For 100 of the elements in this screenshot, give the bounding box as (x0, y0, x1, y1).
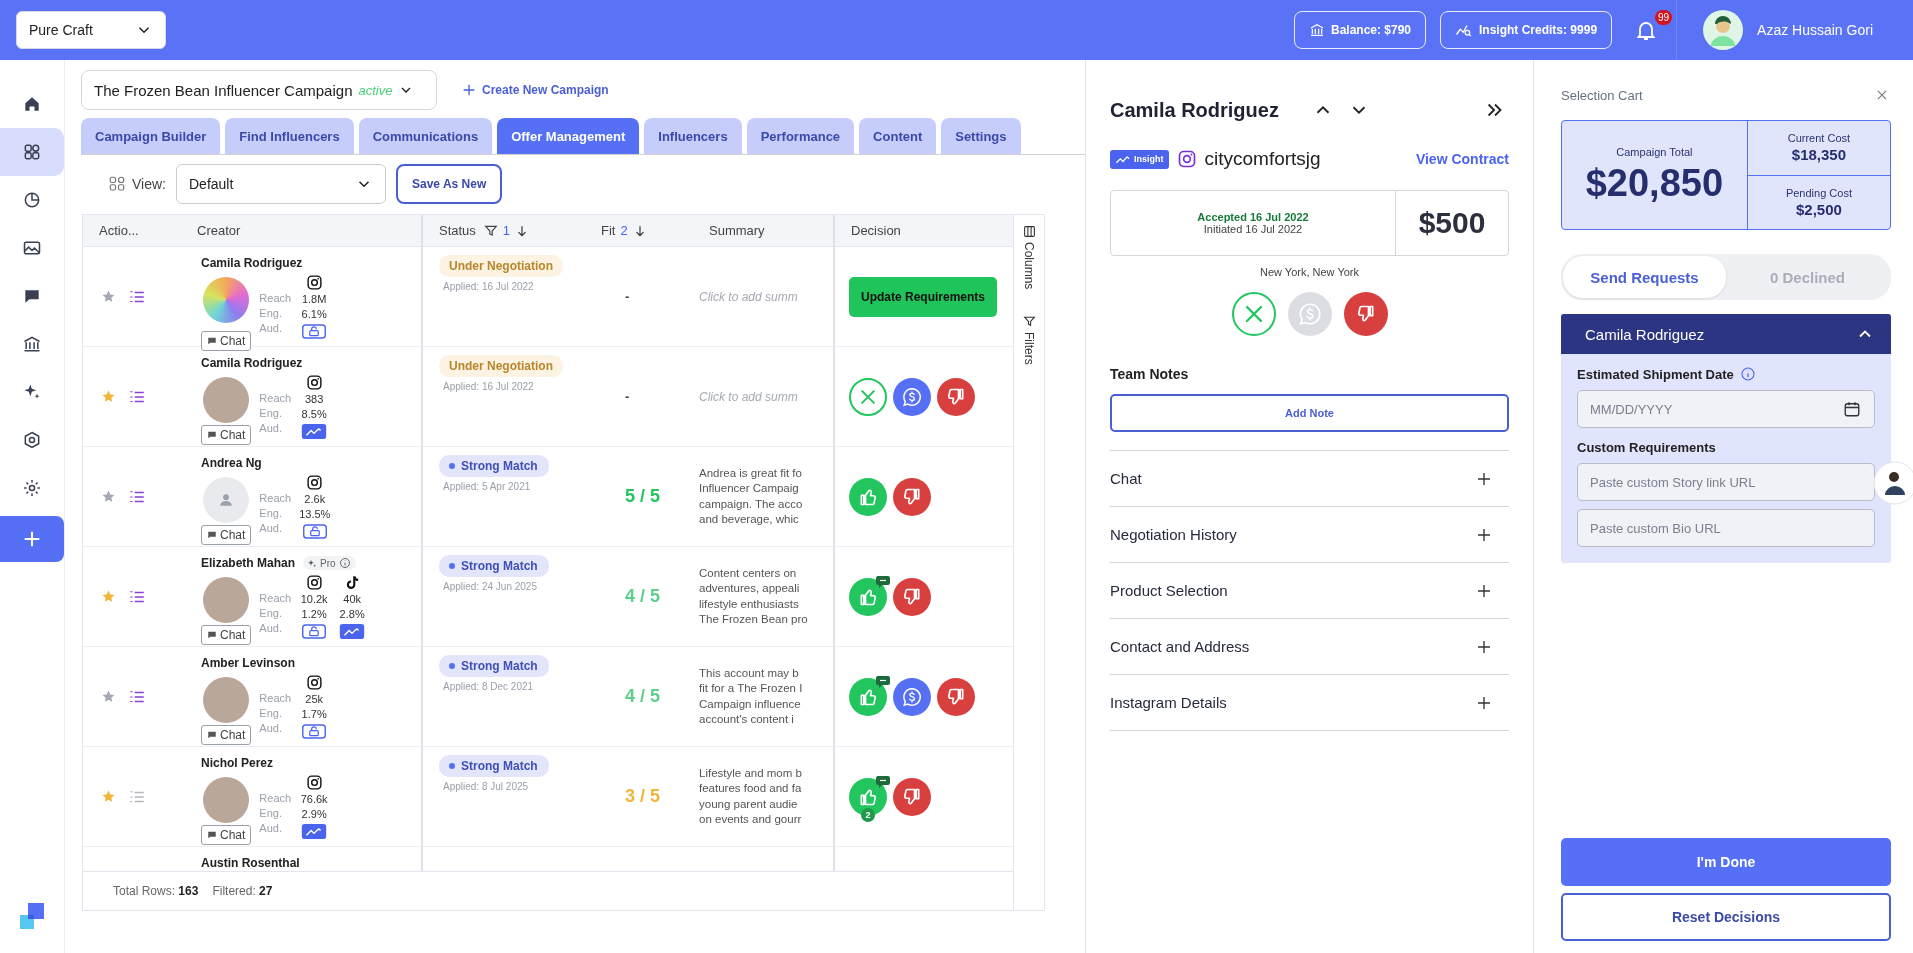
creator-name[interactable]: Andrea Ng (201, 456, 262, 470)
creator-name[interactable]: Amber Levinson (201, 656, 296, 670)
applied-date: Applied: 8 Dec 2021 (442, 681, 534, 692)
save-as-new-button[interactable]: Save As New (396, 164, 503, 204)
star-icon[interactable] (101, 389, 116, 404)
workspace-dropdown[interactable]: Pure Craft (16, 11, 166, 49)
filter-icon[interactable] (483, 223, 498, 238)
column-header[interactable]: Actio... (99, 223, 139, 238)
comment-badge-icon (876, 775, 890, 788)
chat-button[interactable]: Chat (201, 331, 252, 351)
chat-button[interactable]: Chat (201, 625, 252, 645)
creator-name[interactable]: Camila Rodriguez (201, 256, 303, 270)
column-header[interactable]: Creator (197, 223, 241, 238)
creator-name[interactable]: Austin Rosenthal (201, 850, 300, 870)
star-icon[interactable] (101, 789, 116, 804)
url-field[interactable]: Paste custom Story link URL (1577, 463, 1875, 501)
column-header[interactable]: Fit (601, 223, 616, 238)
columns-tab[interactable]: Columns (1022, 225, 1036, 290)
accordion-header[interactable]: Negotiation History (1110, 507, 1509, 563)
chat-button[interactable]: Chat (201, 525, 252, 545)
insight-credits-button[interactable]: Insight Credits: 9999 (1440, 11, 1613, 49)
tab[interactable]: Content (859, 118, 937, 154)
column-header[interactable]: Summary (709, 223, 765, 238)
engagement-value: 8.5% (301, 408, 327, 421)
reject-button[interactable] (893, 777, 931, 816)
accept-button[interactable] (849, 577, 887, 616)
info-icon[interactable] (1739, 366, 1756, 382)
lock-icon[interactable] (301, 624, 328, 639)
segment-tab[interactable]: Send Requests (1563, 256, 1726, 298)
thumbs-down-icon (902, 486, 922, 507)
reset-decisions-button[interactable]: Reset Decisions (1561, 893, 1891, 941)
bank-icon (22, 334, 42, 354)
reject-button[interactable] (1343, 292, 1388, 336)
metric-label: Eng. (259, 607, 283, 620)
trend-icon[interactable] (339, 624, 366, 639)
view-dropdown[interactable]: Default (176, 164, 386, 204)
campaign-dropdown[interactable]: The Frozen Bean Influencer Campaign active (81, 70, 437, 110)
negotiate-button[interactable] (893, 377, 931, 416)
add-note-button[interactable]: Add Note (1110, 394, 1509, 432)
trend-icon[interactable] (301, 824, 328, 839)
summary-text: Andrea is great fit fo Influencer Campaig campaign. The acco and beverage, whic (699, 465, 804, 527)
chat-button[interactable]: Chat (201, 725, 252, 745)
tab[interactable]: Settings (941, 118, 1021, 154)
star-icon[interactable] (101, 489, 116, 504)
tab[interactable]: Campaign Builder (81, 118, 221, 154)
sidebar-item[interactable] (0, 128, 64, 176)
negotiate-button[interactable] (893, 677, 931, 716)
column-header[interactable]: Decision (851, 223, 901, 238)
metric-label: Aud. (259, 622, 283, 635)
assistant-avatar-button[interactable] (1873, 461, 1913, 505)
user-avatar[interactable] (1703, 10, 1744, 50)
star-icon[interactable] (101, 589, 116, 604)
insight-badge[interactable]: Insight (1110, 149, 1169, 169)
chat-button[interactable]: Chat (201, 825, 252, 845)
trend-icon (1115, 153, 1131, 165)
chat-button[interactable]: Chat (201, 425, 252, 445)
update-requirements-button[interactable]: Update Requirements (849, 276, 998, 317)
view-contract-link[interactable]: View Contract (1415, 151, 1509, 167)
done-button[interactable]: I'm Done (1561, 838, 1891, 886)
tab[interactable]: Offer Management (497, 118, 640, 154)
fit-score: 4 / 5 (625, 686, 661, 707)
tab[interactable]: Influencers (644, 118, 742, 154)
date-field[interactable]: MM/DD/YYYY (1577, 390, 1875, 428)
accept-button[interactable] (849, 677, 887, 716)
tab[interactable]: Communications (358, 118, 493, 154)
campaign-status: active (358, 82, 393, 98)
grid-icon (22, 142, 42, 162)
column-header[interactable]: Status (439, 223, 498, 238)
reach-value: 25k (305, 693, 324, 706)
accordion-header[interactable]: Product Selection (1110, 563, 1509, 619)
filters-tab[interactable]: Filters (1022, 315, 1036, 366)
accordion-header[interactable]: Chat (1110, 451, 1509, 507)
creator-card-header[interactable]: Camila Rodriguez (1561, 314, 1891, 354)
lock-icon[interactable] (301, 524, 328, 539)
add-button[interactable] (0, 516, 64, 562)
create-campaign-link[interactable]: Create New Campaign (455, 81, 615, 99)
creator-name[interactable]: Nichol Perez (201, 756, 274, 770)
lock-icon[interactable] (301, 724, 328, 739)
metric-label: Eng. (259, 507, 283, 520)
filtered-count: Filtered: 27 (212, 884, 273, 898)
trend-icon[interactable] (301, 424, 328, 439)
creator-name[interactable]: Camila Rodriguez (201, 356, 303, 370)
filter-icon (1022, 315, 1036, 329)
tab[interactable]: Find Influencers (225, 118, 354, 154)
star-icon[interactable] (101, 689, 116, 704)
lock-icon[interactable] (301, 324, 328, 339)
calendar-icon[interactable] (1843, 400, 1861, 418)
balance-button[interactable]: Balance: $790 (1293, 11, 1427, 49)
reject-button[interactable] (937, 377, 975, 416)
accordion-header[interactable]: Contact and Address (1110, 619, 1509, 675)
star-icon[interactable] (101, 289, 116, 304)
reject-button[interactable] (893, 477, 931, 516)
instagram-icon (1176, 149, 1197, 169)
accordion-header[interactable]: Instagram Details (1110, 675, 1509, 731)
reject-button[interactable] (937, 677, 975, 716)
accept-button[interactable] (849, 777, 887, 816)
url-field[interactable]: Paste custom Bio URL (1577, 509, 1875, 547)
tab[interactable]: Performance (746, 118, 855, 154)
reject-button[interactable] (893, 577, 931, 616)
creator-name[interactable]: Elizabeth Mahan (201, 556, 295, 570)
